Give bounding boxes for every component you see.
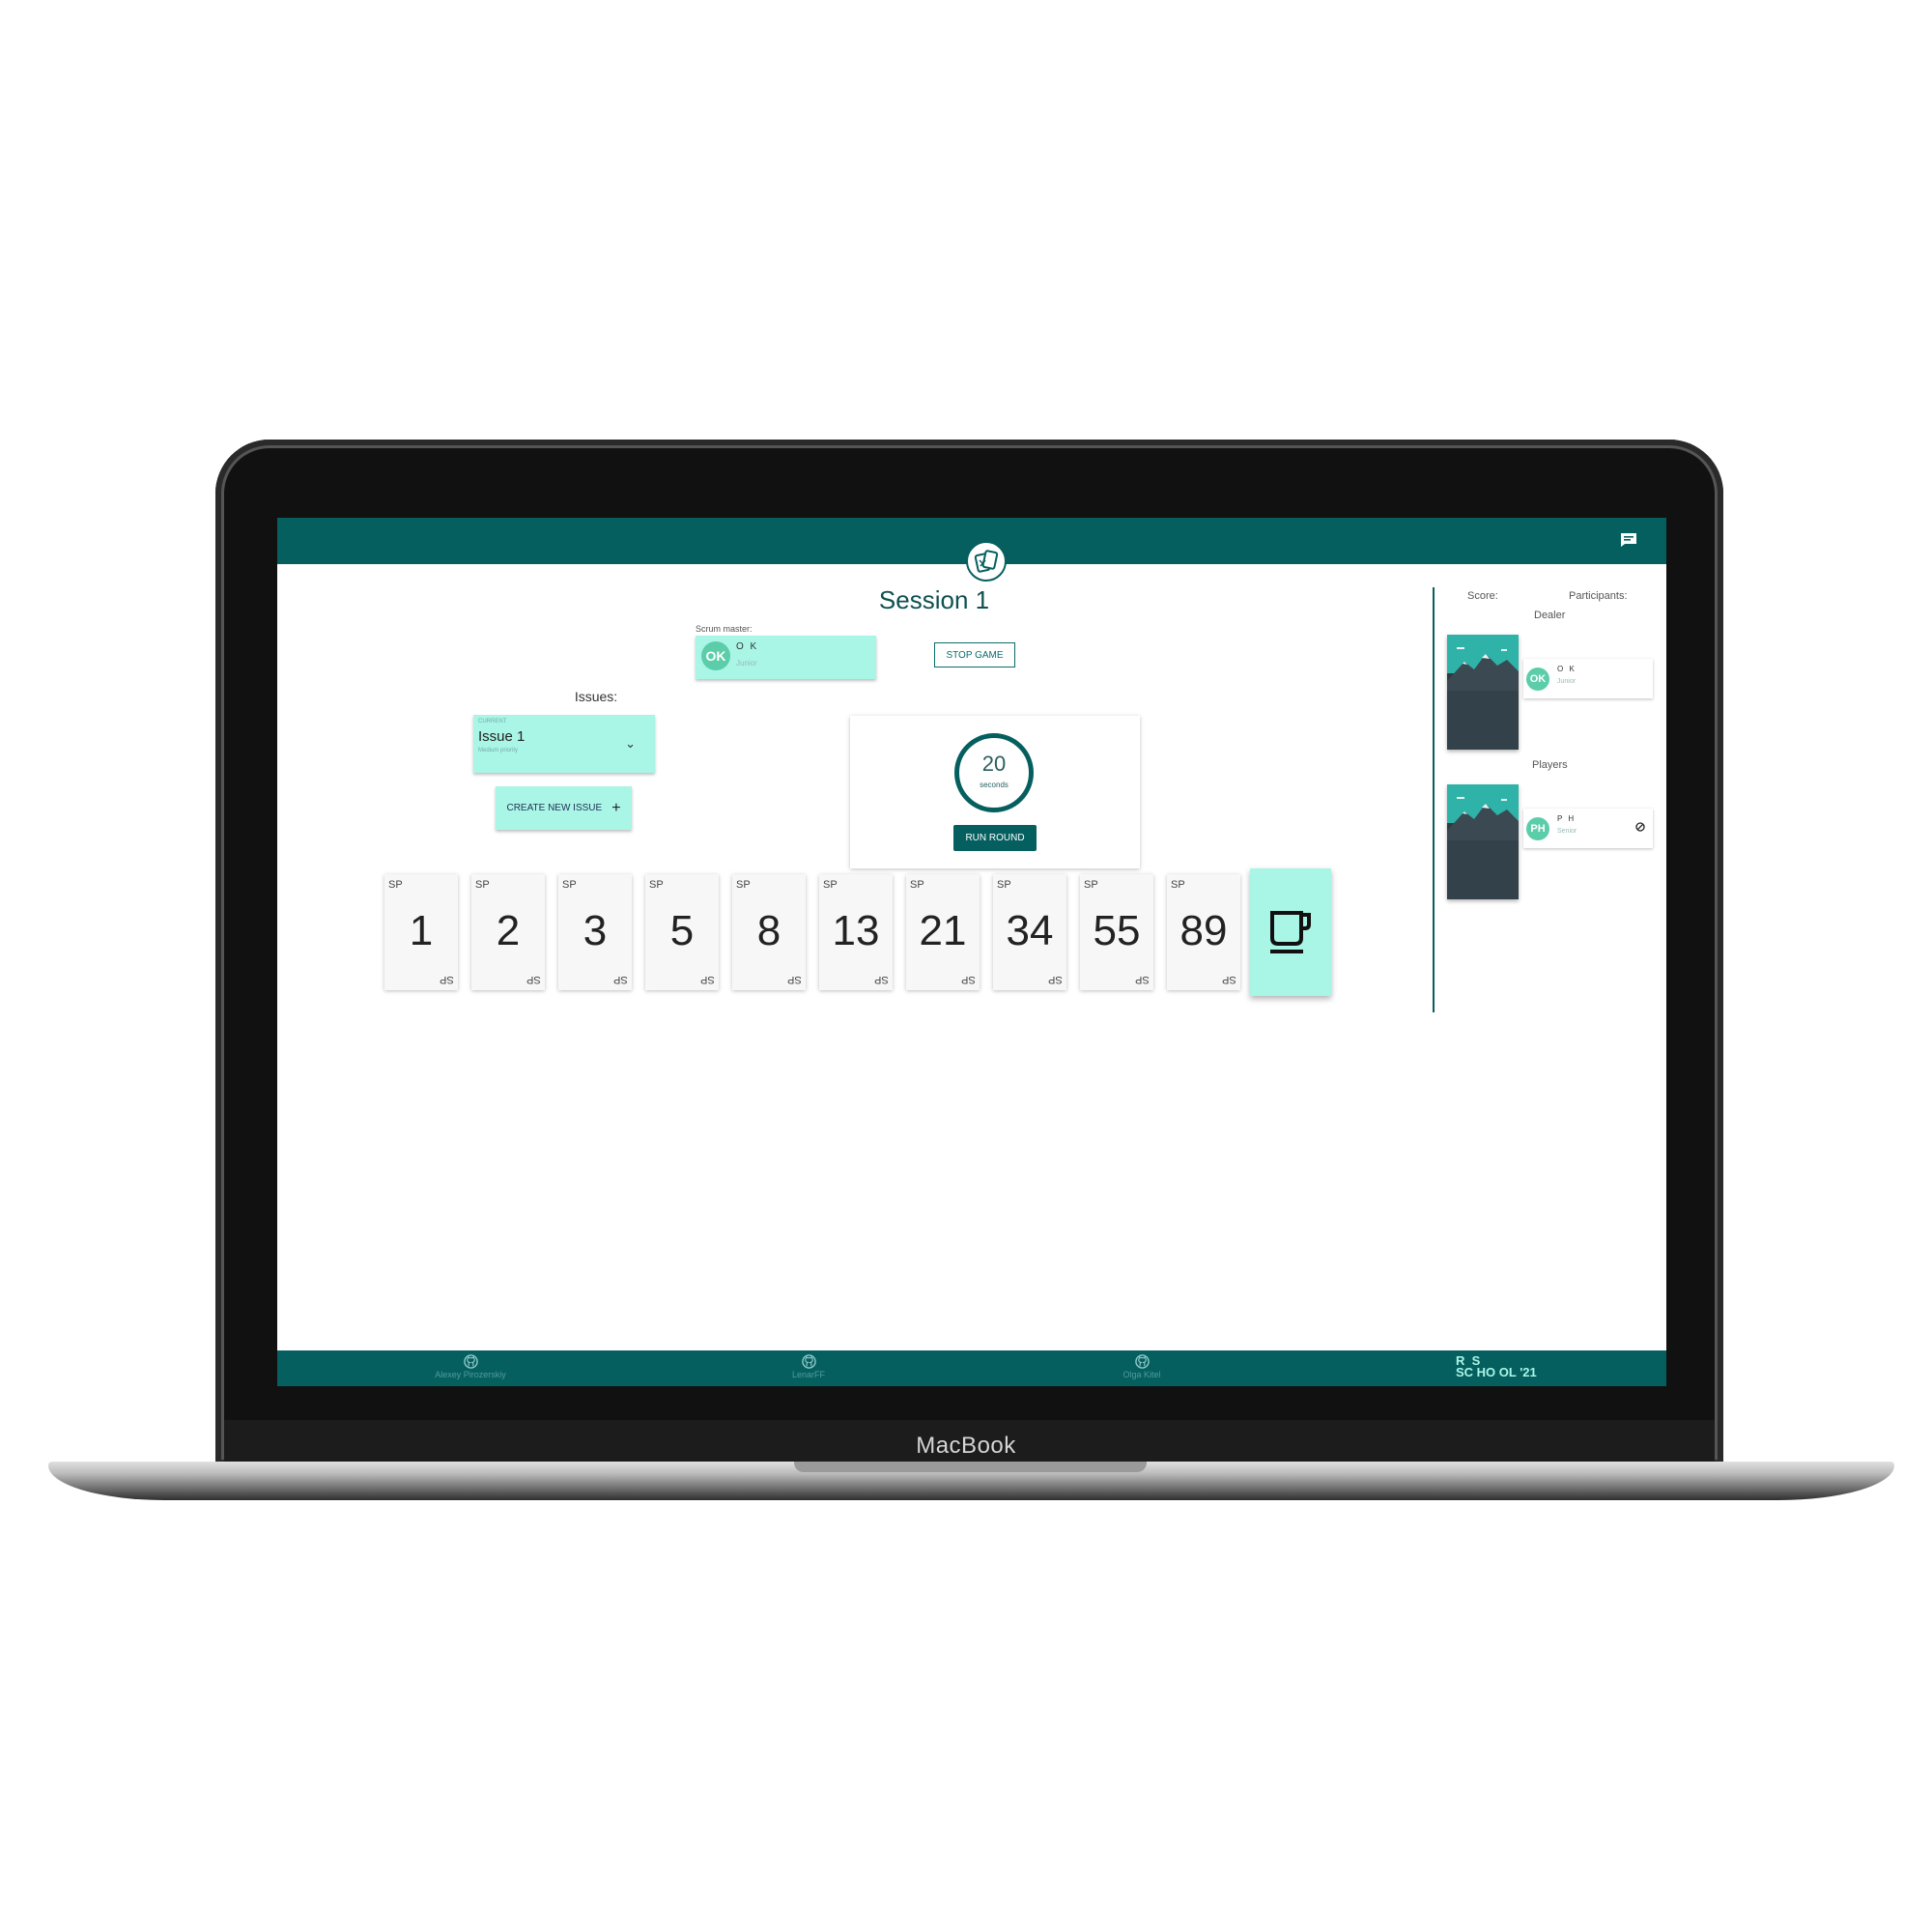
card-corner-bottom: SP [961,974,976,985]
select-caption: CURRENT [478,719,507,724]
app-logo[interactable] [966,541,1007,582]
coffee-card[interactable] [1250,868,1331,996]
card-corner-bottom: SP [526,974,541,985]
card-corner-bottom: SP [874,974,889,985]
app-footer: Alexey Pirozerskiy LenarFF Olga Kitel R … [277,1350,1666,1386]
card-corner-top: SP [1084,879,1098,891]
github-icon [463,1354,478,1369]
card-corner-bottom: SP [1048,974,1063,985]
rs-school-logo[interactable]: R S SC HO OL '21 [1456,1354,1537,1379]
timer-value: 20 [981,752,1007,776]
card-value: 34 [1006,907,1054,954]
card-value: 2 [496,907,521,954]
author-name: Olga Kitel [1122,1370,1161,1379]
member-name: O K [736,641,759,652]
scrum-master-card: OK O K Junior [696,636,876,679]
card-value: 13 [832,907,880,954]
players-label: Players [1532,759,1568,771]
participants-label: Participants: [1569,590,1628,602]
card-corner-top: SP [997,879,1011,891]
score-label: Score: [1467,590,1498,602]
vote-card[interactable]: SP 3 SP [558,874,632,990]
chat-icon[interactable] [1620,532,1637,548]
vote-card[interactable]: SP 21 SP [906,874,980,990]
timer-card: 20 seconds RUN ROUND [850,716,1140,868]
member-name: O K [1557,665,1577,673]
card-corner-bottom: SP [613,974,628,985]
card-corner-bottom: SP [787,974,802,985]
vote-card[interactable]: SP 8 SP [732,874,806,990]
vote-card[interactable]: SP 34 SP [993,874,1066,990]
card-value: 3 [582,907,608,954]
github-icon [1134,1354,1150,1369]
app-screen: Session 1 Scrum master: OK O K Junior ST… [277,518,1666,1386]
author-name: LenarFF [791,1370,825,1379]
card-corner-top: SP [1171,879,1185,891]
kick-player-icon[interactable] [1635,822,1645,832]
card-corner-top: SP [823,879,838,891]
card-corner-bottom: SP [440,974,454,985]
current-issue-select[interactable]: CURRENT Issue 1 Medium priority ⌄ [473,715,655,773]
timer-unit: seconds [980,781,1009,789]
footer-author-link[interactable]: LenarFF [760,1354,857,1379]
card-value: 8 [756,907,781,954]
laptop-notch [794,1462,1147,1472]
issues-label: Issues: [574,689,618,704]
card-corner-bottom: SP [1135,974,1150,985]
vote-card[interactable]: SP 89 SP [1167,874,1240,990]
vote-card[interactable]: SP 55 SP [1080,874,1153,990]
avatar: OK [701,641,730,670]
score-card-back [1447,784,1519,899]
card-corner-top: SP [736,879,751,891]
session-title: Session 1 [878,585,990,614]
github-icon [801,1354,816,1369]
score-card-back [1447,635,1519,750]
author-name: Alexey Pirozerskiy [435,1370,506,1379]
card-value: 55 [1093,907,1141,954]
scrum-master-label: Scrum master: [696,624,753,634]
card-corner-top: SP [910,879,924,891]
timer-ring: 20 seconds [954,733,1034,812]
dealer-card: OK O K Junior [1523,659,1653,698]
laptop-brand-label: MacBook [916,1433,1016,1459]
vote-card[interactable]: SP 1 SP [384,874,458,990]
card-value: 21 [919,907,967,954]
footer-author-link[interactable]: Olga Kitel [1094,1354,1190,1379]
avatar: OK [1526,668,1549,691]
vote-card[interactable]: SP 13 SP [819,874,893,990]
issue-title: Issue 1 [478,728,526,745]
member-role: Junior [736,659,757,668]
avatar: PH [1526,817,1549,840]
issue-priority: Medium priority [478,748,519,753]
stop-game-button[interactable]: STOP GAME [934,642,1015,668]
member-role: Senior [1557,828,1577,835]
card-corner-top: SP [562,879,577,891]
member-role: Junior [1557,678,1577,685]
card-value: 1 [409,907,434,954]
footer-author-link[interactable]: Alexey Pirozerskiy [412,1354,528,1379]
card-value: 89 [1179,907,1228,954]
logo-line: SC HO OL '21 [1456,1365,1537,1379]
create-issue-button[interactable]: CREATE NEW ISSUE + [496,786,632,830]
player-card: PH P H Senior [1523,809,1653,848]
card-corner-top: SP [649,879,664,891]
run-round-button[interactable]: RUN ROUND [953,825,1037,851]
dealer-label: Dealer [1534,610,1566,621]
coffee-cup-icon [1270,911,1311,953]
card-corner-top: SP [388,879,403,891]
card-corner-bottom: SP [1222,974,1236,985]
plus-icon: + [611,799,621,816]
mountain-card-back-icon [1447,635,1519,750]
card-corner-top: SP [475,879,490,891]
card-value: 5 [669,907,695,954]
member-name: P H [1557,814,1577,823]
create-issue-label: CREATE NEW ISSUE [506,803,603,813]
cards-logo-icon [974,550,999,573]
mountain-card-back-icon [1447,784,1519,899]
chevron-down-icon[interactable]: ⌄ [625,736,636,752]
card-corner-bottom: SP [700,974,715,985]
vote-card[interactable]: SP 2 SP [471,874,545,990]
sidebar-divider [1433,587,1435,1012]
vote-card[interactable]: SP 5 SP [645,874,719,990]
